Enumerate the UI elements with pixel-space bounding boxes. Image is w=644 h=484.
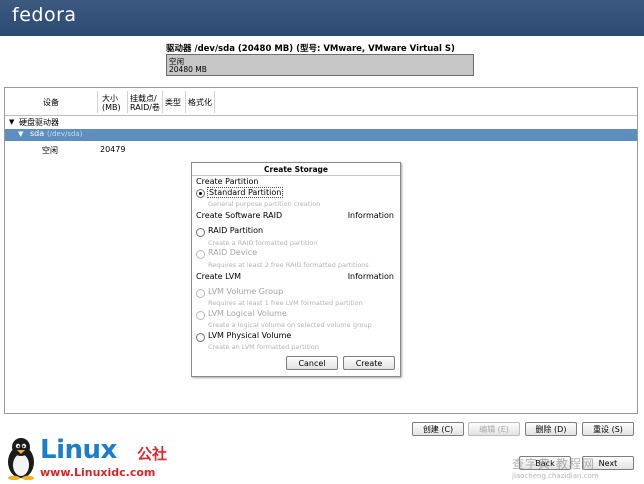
column-divider	[162, 91, 163, 113]
divider	[192, 175, 400, 176]
expander-down-icon[interactable]: ▼	[9, 118, 14, 126]
tree-row-free[interactable]: 空闲 20479	[5, 145, 637, 157]
raid-information-link[interactable]: Information	[348, 211, 394, 220]
section-create-lvm: Create LVM	[196, 272, 242, 281]
reset-partition-button[interactable]: 重设 (S)	[582, 422, 634, 436]
desc-lvm-volume-group: Requires at least 1 free LVM formatted p…	[208, 299, 363, 307]
free-label: 空闲	[42, 146, 58, 155]
option-standard-partition[interactable]: Standard Partition	[207, 187, 284, 198]
watermark: 查字典 教程网	[512, 457, 595, 471]
disk-path: (/dev/sda)	[47, 130, 83, 138]
column-divider	[185, 91, 186, 113]
option-raid-device: RAID Device	[208, 248, 258, 257]
col-type[interactable]: 类型	[165, 98, 181, 107]
column-divider	[214, 91, 215, 113]
disk-summary: 驱动器 /dev/sda (20480 MB) (型号: VMware, VMw…	[0, 36, 644, 90]
brand-cn-label: 公社	[137, 445, 168, 463]
tree-row-hard-drives[interactable]: ▼ 硬盘驱动器	[5, 117, 637, 129]
free-size: 20479	[100, 145, 126, 154]
dialog-title: Create Storage	[264, 165, 328, 174]
brand-url: www.Linuxidc.com	[40, 466, 156, 479]
column-divider	[97, 91, 98, 113]
desc-standard-partition: General purpose partition creation	[208, 200, 321, 208]
delete-partition-button[interactable]: 删除 (D)	[525, 422, 577, 436]
desc-raid-partition: Create a RAID formatted partition	[208, 239, 318, 247]
expander-down-icon[interactable]: ▼	[18, 130, 23, 138]
radio-lvm-physical-volume[interactable]	[196, 333, 205, 342]
col-mount[interactable]: 挂载点/ RAID/卷	[130, 94, 160, 112]
edit-partition-button: 编辑 (E)	[468, 422, 520, 436]
radio-lvm-logical-volume	[196, 311, 205, 320]
disk-title: 驱动器 /dev/sda (20480 MB) (型号: VMware, VMw…	[166, 44, 455, 54]
radio-raid-device	[196, 250, 205, 259]
create-storage-dialog: Create Storage Create Partition Standard…	[191, 162, 401, 377]
section-create-partition: Create Partition	[196, 177, 259, 186]
col-size[interactable]: 大小 (MB)	[102, 94, 121, 112]
radio-raid-partition[interactable]	[196, 228, 205, 237]
desc-raid-device: Requires at least 2 free RAID formatted …	[208, 261, 369, 269]
column-divider	[127, 91, 128, 113]
radio-lvm-volume-group	[196, 289, 205, 298]
option-lvm-volume-group: LVM Volume Group	[208, 287, 284, 296]
lvm-information-link[interactable]: Information	[348, 272, 394, 281]
option-lvm-physical-volume[interactable]: LVM Physical Volume	[208, 331, 291, 340]
tree-row-sda[interactable]: ▼ sda (/dev/sda)	[5, 129, 637, 141]
installer-header: fedora	[0, 0, 644, 36]
create-partition-button[interactable]: 创建 (C)	[412, 422, 464, 436]
col-device[interactable]: 设备	[43, 98, 59, 107]
option-lvm-logical-volume: LVM Logical Volume	[208, 309, 287, 318]
linux-brand: Linux	[40, 435, 117, 465]
desc-lvm-physical-volume: Create an LVM formatted partition	[208, 343, 319, 351]
option-raid-partition[interactable]: RAID Partition	[208, 226, 263, 235]
fedora-logo: fedora	[12, 4, 77, 26]
group-label: 硬盘驱动器	[19, 118, 59, 127]
cancel-button[interactable]: Cancel	[286, 356, 338, 370]
desc-lvm-logical-volume: Create a logical volume on selected volu…	[208, 321, 372, 329]
disk-name: sda	[30, 129, 45, 138]
create-button[interactable]: Create	[343, 356, 395, 370]
disk-bar-size: 20480 MB	[169, 65, 207, 74]
section-create-raid: Create Software RAID	[196, 211, 283, 220]
watermark-url: jiaocheng.chazidian.com	[512, 472, 599, 480]
tux-penguin-icon	[8, 438, 34, 480]
table-header: 设备 大小 (MB) 挂载点/ RAID/卷 类型 格式化	[5, 88, 637, 116]
col-format[interactable]: 格式化	[188, 98, 212, 107]
disk-usage-bar: 空闲 20480 MB	[166, 54, 474, 76]
radio-standard-partition[interactable]	[196, 189, 205, 198]
